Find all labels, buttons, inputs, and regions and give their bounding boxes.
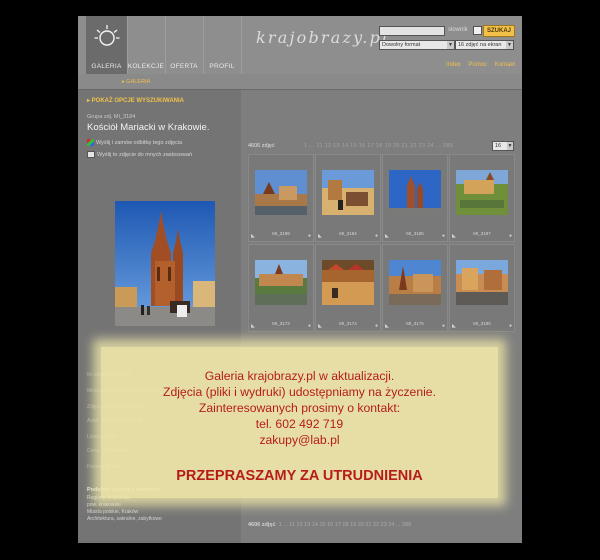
nav-label-oferta: OFERTA	[170, 63, 198, 70]
thumbnail-caption: MI_3185	[406, 231, 424, 236]
thumbnail-image[interactable]	[322, 260, 374, 305]
chevron-down-icon: ▼	[507, 142, 513, 150]
header: GALERIA KOLEKCJE OFERTA PROFIL krajobraz…	[78, 16, 522, 74]
corner-arrow-icon[interactable]: ◣	[385, 233, 389, 239]
corner-arrow-icon[interactable]: ◣	[452, 323, 456, 329]
nav-galeria[interactable]: GALERIA	[86, 16, 128, 74]
chevron-down-icon: ▼	[506, 41, 513, 49]
thumbnail-cell[interactable]: MI_3174 ◣ ●	[315, 244, 381, 332]
thumbnail-caption: MI_3180	[473, 321, 491, 326]
thumbnail-cell[interactable]: MI_3199 ◣ ●	[248, 154, 314, 242]
search-options-toggle[interactable]: ▸ POKAŻ OPCJE WYSZUKIWANIA	[87, 97, 184, 104]
thumbnail-caption: MI_3173	[272, 321, 290, 326]
order-print-label: Wyślij i zamów odbitkę tego zdjęcia	[96, 139, 183, 146]
photo-title: Kościół Mariacki w Krakowie.	[87, 122, 210, 133]
link-kontakt[interactable]: Kontakt	[495, 62, 515, 68]
top-links: Index Pomoc Kontakt	[446, 62, 521, 68]
main-photo[interactable]	[115, 201, 215, 326]
grid-per-page-select[interactable]: 16 ▼	[492, 141, 514, 151]
order-print-link[interactable]: Wyślij i zamów odbitkę tego zdjęcia	[87, 139, 182, 146]
similar-category-link[interactable]: Architektura, sakralne, zabytkowe	[87, 516, 162, 522]
thumbnail-image[interactable]	[456, 260, 508, 305]
thumbnail-caption: MI_3175	[406, 321, 424, 326]
notice-apology: PRZEPRASZAMY ZA UTRUDNIENIA	[176, 468, 423, 484]
nav-oferta[interactable]: OFERTA	[165, 16, 204, 74]
nav-label-profil: PROFIL	[209, 63, 235, 70]
thumbnail-cell[interactable]: MI_3175 ◣ ●	[382, 244, 448, 332]
photo-id-label: Grupa zdj. MI_3184	[87, 114, 136, 120]
maintenance-notice: Galeria krajobrazy.pl w aktualizacji. Zd…	[101, 347, 498, 498]
pagination-top[interactable]: 1 ... 11 12 13 14 15 16 17 18 19 20 21 2…	[304, 143, 453, 149]
add-icon[interactable]: ●	[509, 323, 512, 329]
breadcrumb[interactable]: ▸ GALERIA	[122, 79, 150, 85]
thumbnail-caption: MI_3199	[272, 231, 290, 236]
grid-per-page-value: 16	[495, 143, 502, 149]
thumbnail-cell[interactable]: MI_3187 ◣ ●	[449, 154, 515, 242]
color-palette-icon	[87, 139, 94, 146]
notice-line: Zainteresowanych prosimy o kontakt:	[198, 401, 401, 415]
similar-category-link[interactable]: Miasta polskie, Kraków	[87, 509, 138, 515]
site-logo[interactable]: krajobrazy.pl	[256, 28, 389, 47]
thumbnail-cell[interactable]: MI_3173 ◣ ●	[248, 244, 314, 332]
pagination-bottom-pages: 1 ... 11 12 13 14 15 16 17 18 19 20 21 2…	[278, 522, 412, 528]
thumbnail-caption: MI_3174	[339, 321, 357, 326]
format-select[interactable]: Dowolny format ▼	[379, 40, 455, 50]
thumbnail-image[interactable]	[322, 170, 374, 215]
nav-label-galeria: GALERIA	[91, 63, 122, 70]
chevron-down-icon: ▼	[447, 41, 454, 49]
corner-arrow-icon[interactable]: ◣	[452, 233, 456, 239]
dictionary-checkbox[interactable]	[473, 26, 482, 35]
add-icon[interactable]: ●	[509, 233, 512, 239]
add-icon[interactable]: ●	[442, 233, 445, 239]
similar-category-link[interactable]: pow. krakowski	[87, 502, 121, 508]
add-icon[interactable]: ●	[442, 323, 445, 329]
notice-email[interactable]: zakupy@lab.pl	[101, 433, 498, 447]
format-select-value: Dowolny format	[382, 42, 421, 48]
thumbnail-image[interactable]	[255, 170, 307, 215]
search-input[interactable]	[379, 26, 445, 36]
add-icon[interactable]: ●	[375, 323, 378, 329]
notice-line: Zdjęcia (pliki i wydruki) udostępniamy n…	[163, 385, 436, 399]
send-photo-link[interactable]: Wyślij to zdjęcie do mnych zastosowań	[87, 151, 192, 158]
pagination-bottom[interactable]: 4606 zdjęć 1 ... 11 12 13 14 15 16 17 18…	[248, 522, 411, 528]
corner-arrow-icon[interactable]: ◣	[251, 323, 255, 329]
dictionary-label: słownik	[448, 27, 468, 33]
nav-kolekcje[interactable]: KOLEKCJE	[127, 16, 166, 74]
sun-icon	[94, 25, 120, 46]
thumbnail-image[interactable]	[389, 170, 441, 215]
thumbnail-caption: MI_3187	[473, 231, 491, 236]
thumbnail-cell[interactable]: MI_3185 ◣ ●	[382, 154, 448, 242]
pagination-bottom-label: 4606 zdjęć	[248, 522, 276, 528]
breadcrumb-bar: ▸ GALERIA	[78, 74, 522, 90]
link-index[interactable]: Index	[446, 62, 461, 68]
per-page-select[interactable]: 16 zdjęć na ekran ▼	[455, 40, 514, 50]
notice-line: Galeria krajobrazy.pl w aktualizacji.	[204, 369, 395, 383]
thumbnail-image[interactable]	[456, 170, 508, 215]
notice-phone: tel. 602 492 719	[255, 417, 344, 431]
thumbnail-cell[interactable]: MI_3180 ◣ ●	[449, 244, 515, 332]
thumbnail-image[interactable]	[389, 260, 441, 305]
search-button[interactable]: SZUKAJ	[483, 25, 515, 37]
thumbnail-image[interactable]	[255, 260, 307, 305]
nav-profil[interactable]: PROFIL	[203, 16, 242, 74]
envelope-icon	[87, 151, 95, 158]
link-pomoc[interactable]: Pomoc	[468, 62, 487, 68]
send-photo-label: Wyślij to zdjęcie do mnych zastosowań	[97, 151, 193, 158]
corner-arrow-icon[interactable]: ◣	[385, 323, 389, 329]
per-page-select-value: 16 zdjęć na ekran	[458, 42, 502, 48]
add-icon[interactable]: ●	[308, 233, 311, 239]
corner-arrow-icon[interactable]: ◣	[251, 233, 255, 239]
photo-count: 4606 zdjęć	[248, 143, 275, 149]
add-icon[interactable]: ●	[375, 233, 378, 239]
nav-label-kolekcje: KOLEKCJE	[127, 63, 165, 70]
add-icon[interactable]: ●	[308, 323, 311, 329]
corner-arrow-icon[interactable]: ◣	[318, 233, 322, 239]
thumbnail-caption: MI_3184	[339, 231, 357, 236]
thumbnail-cell[interactable]: MI_3184 ◣ ●	[315, 154, 381, 242]
corner-arrow-icon[interactable]: ◣	[318, 323, 322, 329]
